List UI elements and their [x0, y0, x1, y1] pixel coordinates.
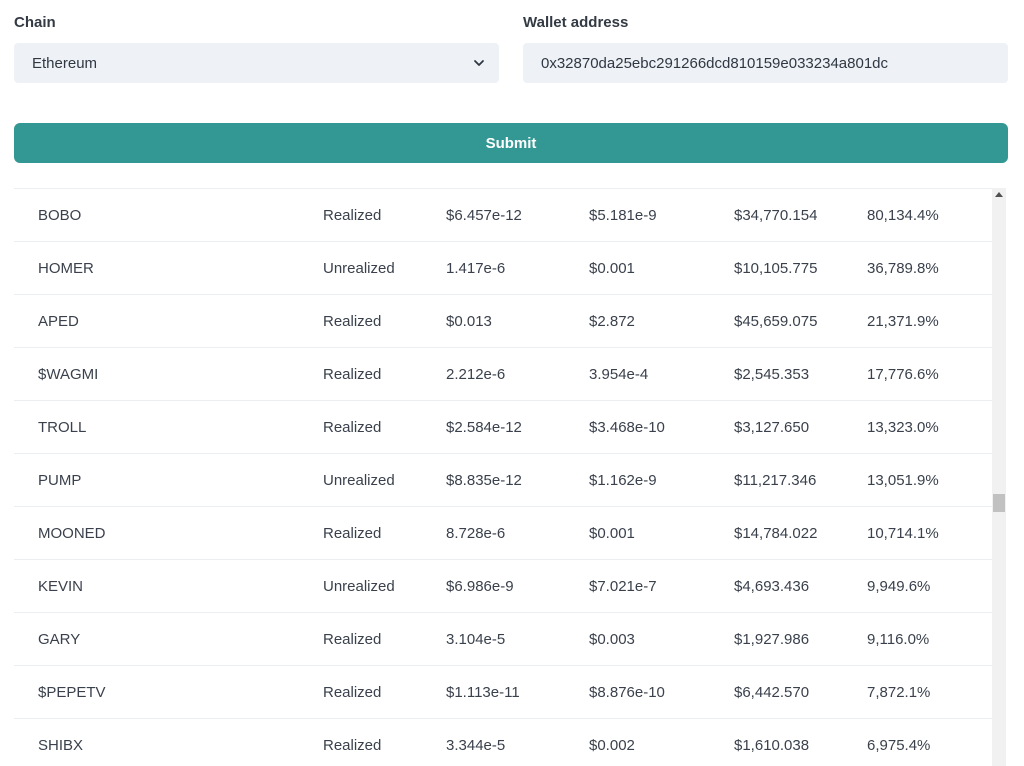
wallet-address-input[interactable] [523, 43, 1008, 83]
table-row: SHIBX Realized 3.344e-5 $0.002 $1,610.038 6,9… [14, 718, 992, 766]
profit-percent-cell: 13,323.0% [867, 419, 939, 436]
profit-percent-cell: 9,116.0% [867, 631, 930, 648]
buy-price-cell: $8.835e-12 [446, 472, 522, 489]
profit-amount-cell: $4,693.436 [734, 578, 810, 595]
results-table[interactable]: BOBO Realized $6.457e-12 $5.181e-9 $34,770.1… [14, 188, 1010, 766]
pnl-status-cell: Realized [323, 419, 382, 436]
profit-amount-cell: $1,610.038 [734, 737, 810, 754]
token-name-cell: $WAGMI [38, 366, 99, 383]
results-table-body: BOBO Realized $6.457e-12 $5.181e-9 $34,770.1… [14, 188, 992, 766]
chain-select[interactable]: Ethereum [14, 43, 499, 83]
buy-price-cell: $6.457e-12 [446, 207, 522, 224]
token-name-cell: MOONED [38, 525, 106, 542]
buy-price-cell: 1.417e-6 [446, 260, 506, 277]
sell-price-cell: $7.021e-7 [589, 578, 657, 595]
submit-button[interactable]: Submit [14, 123, 1008, 163]
buy-price-cell: $0.013 [446, 313, 492, 330]
table-scrollbar[interactable] [992, 188, 1006, 766]
sell-price-cell: $3.468e-10 [589, 419, 665, 436]
profit-percent-cell: 9,949.6% [867, 578, 931, 595]
profit-amount-cell: $34,770.154 [734, 207, 818, 224]
profit-amount-cell: $45,659.075 [734, 313, 818, 330]
pnl-status-cell: Realized [323, 737, 382, 754]
scroll-thumb[interactable] [993, 494, 1005, 512]
sell-price-cell: $1.162e-9 [589, 472, 657, 489]
token-name-cell: SHIBX [38, 737, 84, 754]
pnl-status-cell: Unrealized [323, 578, 395, 595]
buy-price-cell: $1.113e-11 [446, 684, 520, 701]
sell-price-cell: $5.181e-9 [589, 207, 657, 224]
profit-percent-cell: 13,051.9% [867, 472, 939, 489]
profit-amount-cell: $3,127.650 [734, 419, 810, 436]
profit-amount-cell: $6,442.570 [734, 684, 810, 701]
table-row: MOONED Realized 8.728e-6 $0.001 $14,784.022 1… [14, 506, 992, 559]
scroll-up-button[interactable] [992, 188, 1006, 202]
sell-price-cell: $0.003 [589, 631, 635, 648]
profit-amount-cell: $1,927.986 [734, 631, 810, 648]
buy-price-cell: 2.212e-6 [446, 366, 506, 383]
pnl-status-cell: Unrealized [323, 472, 395, 489]
token-name-cell: BOBO [38, 207, 82, 224]
profit-amount-cell: $2,545.353 [734, 366, 810, 383]
pnl-status-cell: Realized [323, 366, 382, 383]
pnl-status-cell: Unrealized [323, 260, 395, 277]
token-name-cell: GARY [38, 631, 81, 648]
profit-percent-cell: 10,714.1% [867, 525, 939, 542]
pnl-status-cell: Realized [323, 684, 382, 701]
wallet-address-label: Wallet address [523, 14, 629, 31]
table-row: GARY Realized 3.104e-5 $0.003 $1,927.986 9,11… [14, 612, 992, 665]
table-row: $WAGMI Realized 2.212e-6 3.954e-4 $2,545.353… [14, 347, 992, 400]
token-name-cell: APED [38, 313, 79, 330]
sell-price-cell: 3.954e-4 [589, 366, 649, 383]
token-name-cell: PUMP [38, 472, 82, 489]
profit-percent-cell: 80,134.4% [867, 207, 939, 224]
profit-amount-cell: $10,105.775 [734, 260, 818, 277]
sell-price-cell: $0.001 [589, 525, 635, 542]
table-row: HOMER Unrealized 1.417e-6 $0.001 $10,105.775… [14, 241, 992, 294]
token-name-cell: KEVIN [38, 578, 84, 595]
chevron-down-icon [474, 60, 484, 66]
table-row: PUMP Unrealized $8.835e-12 $1.162e-9 $11,217… [14, 453, 992, 506]
buy-price-cell: $6.986e-9 [446, 578, 514, 595]
arrow-up-icon [995, 192, 1003, 197]
table-row: APED Realized $0.013 $2.872 $45,659.075 21,37… [14, 294, 992, 347]
profit-amount-cell: $14,784.022 [734, 525, 818, 542]
table-row: $PEPETV Realized $1.113e-11 $8.876e-10 $6,44… [14, 665, 992, 718]
token-name-cell: $PEPETV [38, 684, 106, 701]
pnl-status-cell: Realized [323, 525, 382, 542]
table-row: KEVIN Unrealized $6.986e-9 $7.021e-7 $4,693.… [14, 559, 992, 612]
chain-select-value: Ethereum [32, 54, 98, 72]
sell-price-cell: $2.872 [589, 313, 635, 330]
profit-percent-cell: 17,776.6% [867, 366, 939, 383]
sell-price-cell: $0.002 [589, 737, 635, 754]
token-name-cell: TROLL [38, 419, 87, 436]
sell-price-cell: $8.876e-10 [589, 684, 665, 701]
table-row: TROLL Realized $2.584e-12 $3.468e-10 $3,127.… [14, 400, 992, 453]
buy-price-cell: 8.728e-6 [446, 525, 506, 542]
buy-price-cell: 3.344e-5 [446, 737, 506, 754]
pnl-status-cell: Realized [323, 313, 382, 330]
chain-label: Chain [14, 14, 56, 31]
profit-percent-cell: 21,371.9% [867, 313, 939, 330]
profit-amount-cell: $11,217.346 [734, 472, 817, 489]
profit-percent-cell: 36,789.8% [867, 260, 939, 277]
buy-price-cell: 3.104e-5 [446, 631, 506, 648]
table-row: BOBO Realized $6.457e-12 $5.181e-9 $34,770.1… [14, 188, 992, 241]
token-name-cell: HOMER [38, 260, 94, 277]
pnl-status-cell: Realized [323, 207, 382, 224]
pnl-status-cell: Realized [323, 631, 382, 648]
profit-percent-cell: 6,975.4% [867, 737, 931, 754]
buy-price-cell: $2.584e-12 [446, 419, 522, 436]
sell-price-cell: $0.001 [589, 260, 635, 277]
profit-percent-cell: 7,872.1% [867, 684, 931, 701]
